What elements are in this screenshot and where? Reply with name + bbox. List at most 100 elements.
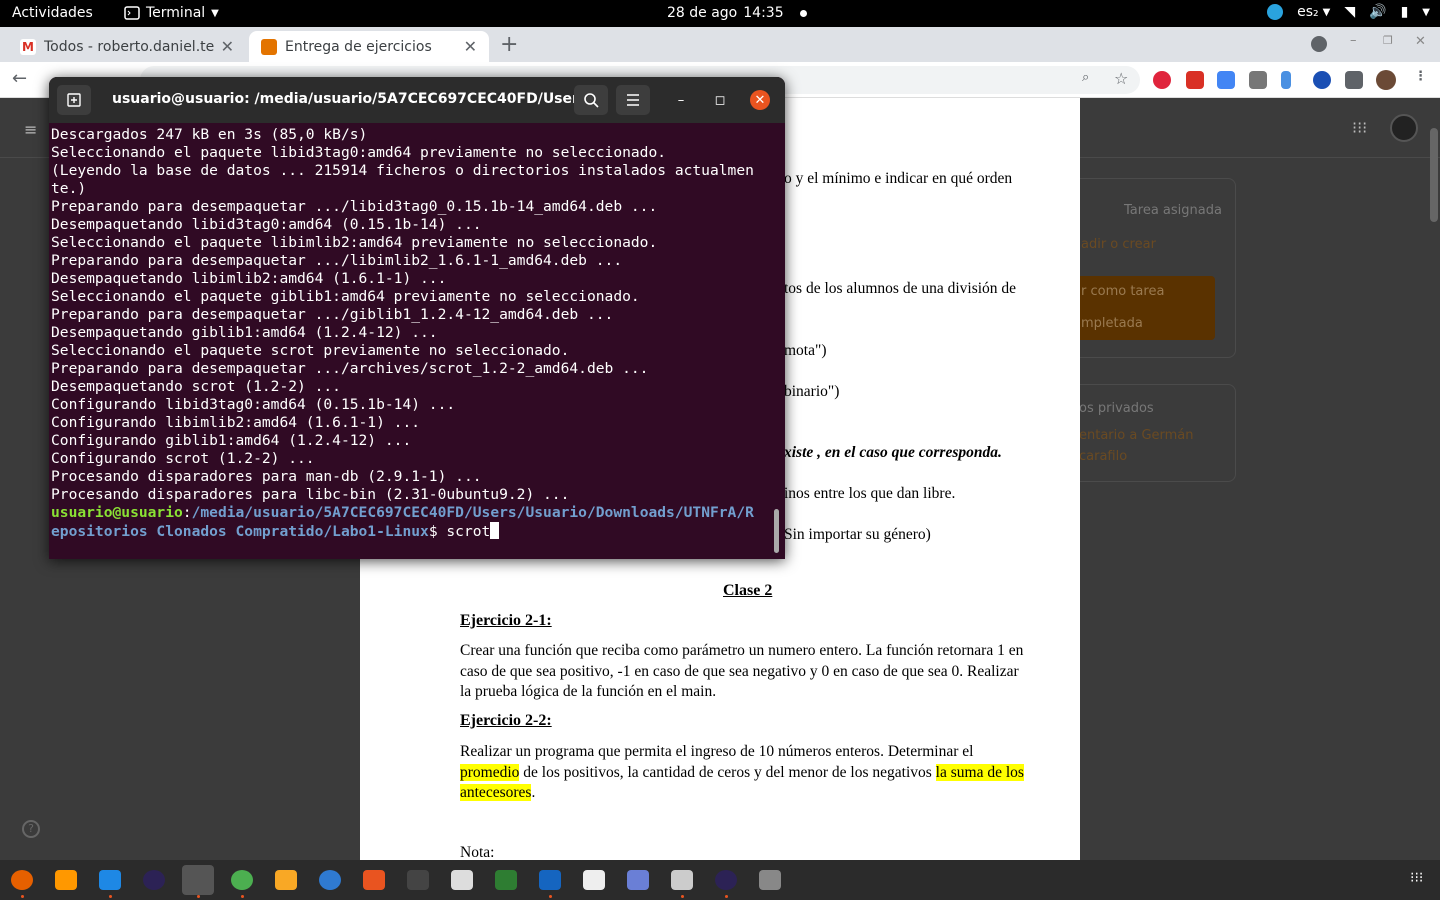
close-tab-icon[interactable]: ✕: [464, 37, 477, 56]
show-apps-icon[interactable]: ⁝⁝⁝: [1410, 870, 1423, 886]
date-label: 28 de ago: [667, 5, 738, 21]
window-close-icon[interactable]: ✕: [1415, 34, 1426, 49]
gmail-notifier-icon[interactable]: [1186, 71, 1204, 89]
tab-title: Todos - roberto.daniel.te: [44, 38, 214, 55]
telegram-icon[interactable]: [1267, 4, 1284, 20]
text-editor-icon[interactable]: [583, 870, 605, 890]
volume-icon: 🔊: [1369, 4, 1387, 20]
output-line: Preparando para desempaquetar .../libid3…: [51, 198, 658, 215]
add-comment-link[interactable]: entario a Germán: [1079, 428, 1194, 443]
command-input[interactable]: scrot: [446, 523, 490, 540]
maximize-icon[interactable]: ◻: [710, 90, 730, 110]
tab-title: Entrega de ejercicios: [285, 38, 432, 55]
mark-done-label: r como tarea: [1081, 284, 1165, 299]
extension-icon[interactable]: [1249, 71, 1267, 89]
prompt-path: epositorios Clonados Compratido/Labo1-Li…: [51, 523, 429, 540]
doc-fragment: Sin importar su género): [784, 526, 931, 543]
mark-done-button[interactable]: r como tarea mpletada: [1073, 276, 1215, 340]
terminal-window[interactable]: usuario@usuario: /media/usuario/5A7CEC69…: [49, 77, 785, 559]
software-icon[interactable]: [363, 870, 385, 890]
help-icon[interactable]: [319, 870, 341, 890]
feather-icon[interactable]: [1281, 71, 1291, 89]
sublime-icon[interactable]: [55, 870, 77, 890]
window-minimize-icon[interactable]: –: [1350, 33, 1357, 48]
calc-icon[interactable]: [495, 870, 517, 890]
terminal-headerbar[interactable]: usuario@usuario: /media/usuario/5A7CEC69…: [49, 77, 785, 123]
output-line: Preparando para desempaquetar .../giblib…: [51, 306, 614, 323]
output-lines: Descargados 247 kB en 3s (85,0 kB/s) Sele…: [51, 126, 785, 504]
system-tray[interactable]: es₂ ▼ ◥ 🔊 ▮ ▼: [1267, 4, 1430, 20]
running-indicator: [21, 895, 24, 898]
archive-icon[interactable]: [275, 870, 297, 890]
prompt-sep: :: [182, 504, 192, 521]
output-line: (Leyendo la base de datos ... 215914 fic…: [51, 162, 754, 179]
image-viewer-icon[interactable]: [671, 870, 693, 890]
output-line: Seleccionando el paquete libid3tag0:amd6…: [51, 144, 667, 161]
chrome-icon[interactable]: [231, 870, 253, 890]
clock[interactable]: 28 de ago 14:35: [667, 5, 807, 21]
terminal-dock-icon[interactable]: [182, 865, 214, 895]
help-icon[interactable]: ?: [22, 820, 40, 838]
output-line: Desempaquetando scrot (1.2-2) ...: [51, 378, 341, 395]
chevron-down-icon: ▼: [1322, 6, 1331, 18]
app-menu[interactable]: Terminal ▼: [124, 5, 219, 21]
search-button[interactable]: [574, 85, 608, 115]
scrollbar[interactable]: [1430, 128, 1438, 222]
output-line: Configurando giblib1:amd64 (1.2.4-12) ..…: [51, 432, 412, 449]
close-tab-icon[interactable]: ✕: [221, 37, 234, 56]
new-tab-button[interactable]: +: [500, 32, 518, 57]
prompt-path: /media/usuario/5A7CEC697CEC40FD/Users/Us…: [191, 504, 754, 521]
doc-fragment: binario"): [784, 383, 840, 400]
back-icon[interactable]: ←: [12, 68, 27, 89]
eclipse-icon[interactable]: [715, 870, 737, 890]
text-run: Realizar un programa que permita el ingr…: [460, 743, 974, 760]
classroom-icon: [261, 38, 277, 55]
system-monitor-icon[interactable]: [407, 870, 429, 890]
running-indicator: [197, 895, 200, 898]
terminal-app-icon: [124, 6, 140, 20]
tab-gmail[interactable]: M Todos - roberto.daniel.te ✕: [8, 31, 246, 62]
translate-icon[interactable]: [1217, 71, 1235, 89]
scrollbar[interactable]: [774, 509, 779, 553]
activities-button[interactable]: Actividades: [12, 5, 93, 21]
zoom-icon[interactable]: ⌕: [1082, 70, 1089, 85]
hamburger-icon: [627, 94, 639, 106]
puzzle-icon[interactable]: [1345, 71, 1363, 89]
tab-search-icon[interactable]: [1311, 36, 1327, 52]
hamburger-icon[interactable]: ≡: [24, 120, 37, 139]
drive-icon[interactable]: [759, 870, 781, 890]
mark-done-label2: mpletada: [1081, 316, 1143, 331]
minimize-icon[interactable]: –: [671, 90, 691, 110]
avatar[interactable]: [1390, 114, 1418, 142]
close-icon[interactable]: ✕: [750, 90, 770, 110]
kebab-menu-icon[interactable]: ⋮: [1414, 69, 1427, 84]
vpn-icon[interactable]: [1313, 71, 1331, 89]
taskbar-dock: ⁝⁝⁝: [0, 860, 1440, 900]
adblock-icon[interactable]: [1153, 71, 1171, 89]
vscode-icon[interactable]: [99, 870, 121, 890]
avatar[interactable]: [1376, 70, 1396, 90]
window-restore-icon[interactable]: ❐: [1383, 34, 1393, 47]
menu-button[interactable]: [616, 85, 650, 115]
input-method-label[interactable]: es₂: [1297, 4, 1319, 20]
running-indicator: [681, 895, 684, 898]
bookmark-star-icon[interactable]: ☆: [1114, 69, 1128, 88]
tab-classroom[interactable]: Entrega de ejercicios ✕: [249, 31, 489, 62]
output-line: te.): [51, 180, 87, 197]
firefox-icon[interactable]: [11, 870, 33, 890]
add-create-button[interactable]: adir o crear: [1081, 237, 1156, 252]
writer-icon[interactable]: [539, 870, 561, 890]
gnome-top-bar: Actividades Terminal ▼ 28 de ago 14:35 e…: [0, 0, 1440, 27]
output-line: Desempaquetando libimlib2:amd64 (1.6.1-1…: [51, 270, 447, 287]
new-tab-button[interactable]: [57, 85, 91, 115]
terminal-output[interactable]: Descargados 247 kB en 3s (85,0 kB/s) Sele…: [49, 123, 785, 541]
apps-grid-icon[interactable]: ⁝⁝⁝: [1352, 118, 1367, 137]
screenshot-icon[interactable]: [627, 870, 649, 890]
add-comment-link2[interactable]: carafilo: [1079, 449, 1127, 464]
terminal-title: usuario@usuario: /media/usuario/5A7CEC69…: [112, 91, 604, 107]
files-icon[interactable]: [451, 870, 473, 890]
output-line: Descargados 247 kB en 3s (85,0 kB/s): [51, 126, 368, 143]
eclipse-icon[interactable]: [143, 870, 165, 890]
app-name: Terminal: [146, 5, 206, 21]
text-run: .: [531, 784, 536, 801]
